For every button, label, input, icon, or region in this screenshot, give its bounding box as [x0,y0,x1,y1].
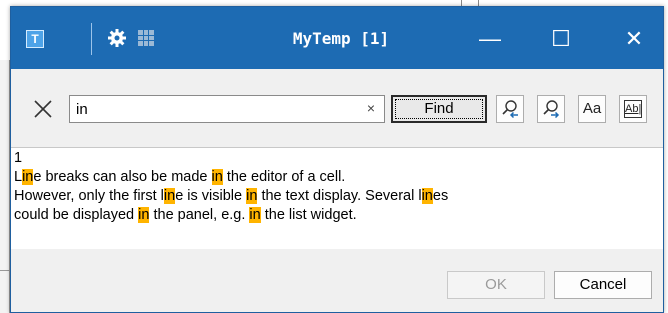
window-title: MyTemp [1] [292,29,390,48]
close-button[interactable]: ✕ [611,19,657,59]
text-line: 1 [14,150,23,166]
match-case-button[interactable]: Aa [578,95,606,123]
title-separator [91,23,92,55]
app-icon[interactable]: T [26,30,44,48]
text-display-panel[interactable]: 1 Line breaks can also be made in the edi… [11,147,663,250]
text-content: 1 Line breaks can also be made in the edi… [14,149,448,225]
search-match-highlight: in [249,207,261,223]
whole-word-button[interactable]: Ab| [619,95,647,123]
grid-icon[interactable] [138,30,154,46]
search-match-highlight: in [246,188,258,204]
search-match-highlight: in [138,207,150,223]
minimize-button[interactable]: — [467,19,513,59]
whole-word-icon: Ab| [624,100,642,118]
find-previous-button[interactable] [496,95,524,123]
search-match-highlight: in [22,169,34,185]
find-button[interactable]: Find [391,95,487,123]
maximize-button[interactable]: ☐ [538,19,584,59]
find-next-button[interactable] [537,95,565,123]
search-match-highlight: in [211,169,223,185]
search-match-highlight: in [421,188,433,204]
gear-icon[interactable] [107,28,127,48]
search-previous-icon [502,100,518,119]
background-window-strip [0,60,10,313]
search-next-icon [543,100,560,119]
text-line: could be displayed in the panel, e.g. in… [14,207,357,223]
search-toolbar: × Find Aa Ab| [11,69,663,147]
title-bar: T MyTemp [1] — ☐ ✕ [11,7,663,69]
search-match-highlight: in [163,188,176,204]
close-search-icon[interactable] [32,98,54,120]
find-dialog: T MyTemp [1] — ☐ ✕ in × Find Aa Ab| 1 Li… [10,6,664,313]
ok-button[interactable]: OK [447,271,545,299]
cancel-button[interactable]: Cancel [554,271,652,299]
text-line: However, only the first line is visible … [14,188,449,204]
clear-input-icon[interactable]: × [364,99,378,117]
search-field: × [69,95,385,123]
search-input[interactable] [76,99,356,119]
text-line: Line breaks can also be made in the edit… [14,169,346,185]
dialog-footer: OK Cancel [11,249,663,312]
